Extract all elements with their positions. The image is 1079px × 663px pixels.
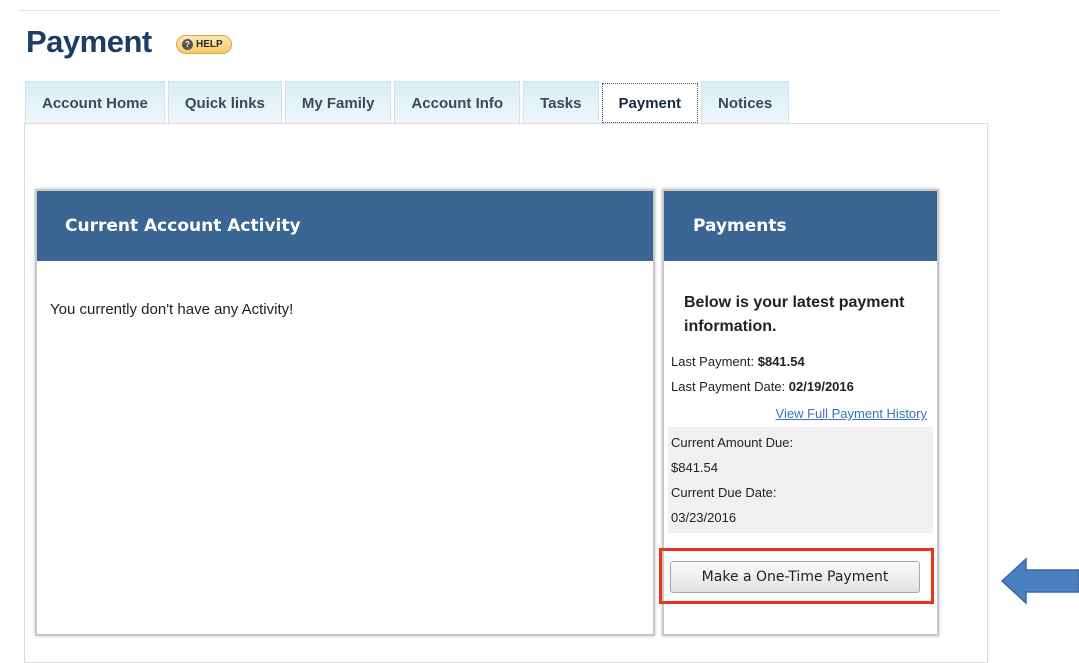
tab-account-home[interactable]: Account Home [25,81,165,124]
last-payment-date-label: Last Payment Date: [671,379,786,394]
help-label: HELP [196,39,223,50]
current-due-date-label: Current Due Date: [671,485,777,500]
tab-payment[interactable]: Payment [601,83,699,123]
help-button[interactable]: ? HELP [176,35,232,54]
tab-notices[interactable]: Notices [701,81,790,124]
tab-tasks[interactable]: Tasks [523,81,599,124]
last-payment-date-value: 02/19/2016 [788,379,854,394]
last-payment-value: $841.54 [757,354,805,369]
last-payment-row: Last Payment: $841.54 [671,354,805,369]
payments-panel-header: Payments [664,191,937,261]
tab-my-family[interactable]: My Family [284,81,392,124]
view-full-payment-history-link[interactable]: View Full Payment History [776,406,927,421]
current-account-activity-panel: Current Account Activity You currently d… [35,189,655,636]
current-amount-due-label: Current Amount Due: [671,435,794,450]
payment-intro: Below is your latest payment information… [684,294,905,335]
amount-due-box: Current Amount Due: $841.54 Current Due … [668,427,933,533]
tab-quick-links[interactable]: Quick links [167,81,282,124]
activity-panel-header: Current Account Activity [37,191,653,261]
question-circle-icon: ? [182,39,193,50]
current-due-date-value: 03/23/2016 [671,510,737,525]
make-one-time-payment-button[interactable]: Make a One-Time Payment [670,561,920,593]
activity-empty-message: You currently don't have any Activity! [50,301,294,318]
last-payment-date-row: Last Payment Date: 02/19/2016 [671,379,854,394]
top-divider [18,10,1000,11]
current-amount-due-value: $841.54 [671,460,718,475]
tab-account-info[interactable]: Account Info [394,81,521,124]
last-payment-label: Last Payment: [671,354,755,369]
left-arrow-icon [1000,557,1079,605]
main-tabs: Account Home Quick links My Family Accou… [25,81,790,124]
page-title: Payment [26,24,152,59]
